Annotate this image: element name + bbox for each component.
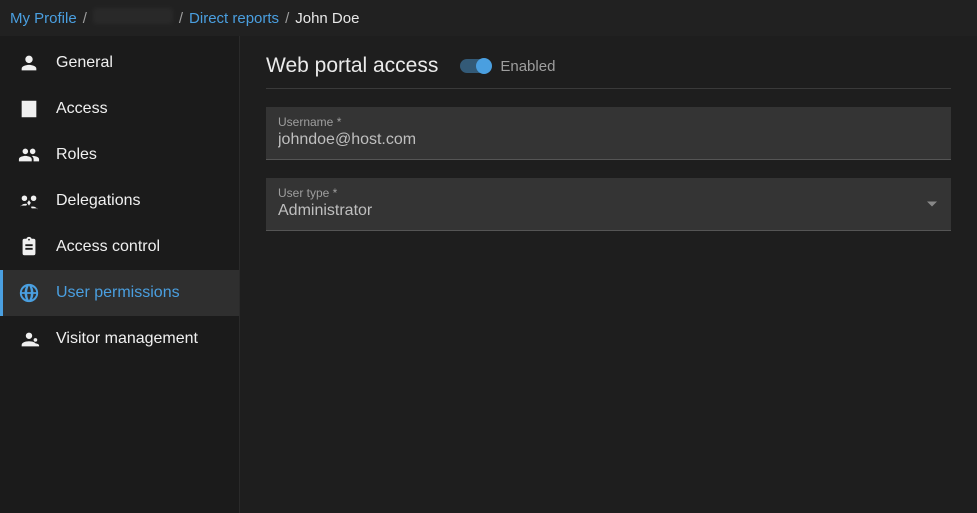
sidebar-item-delegations[interactable]: Delegations bbox=[0, 178, 239, 224]
sidebar-item-label: Delegations bbox=[56, 192, 141, 210]
handoff-icon bbox=[18, 190, 40, 212]
building-icon bbox=[18, 98, 40, 120]
username-input[interactable] bbox=[278, 131, 939, 149]
chevron-down-icon bbox=[927, 202, 937, 207]
usertype-field[interactable]: User type * Administrator bbox=[266, 178, 951, 231]
visitor-icon bbox=[18, 328, 40, 350]
breadcrumb-link-directreports[interactable]: Direct reports bbox=[189, 10, 279, 27]
breadcrumb-link-myprofile[interactable]: My Profile bbox=[10, 10, 77, 27]
breadcrumb: My Profile / / Direct reports / John Doe bbox=[0, 0, 977, 36]
toggle-wrap: Enabled bbox=[460, 58, 555, 75]
breadcrumb-separator: / bbox=[285, 10, 289, 27]
usertype-label: User type * bbox=[278, 186, 939, 200]
sidebar-item-label: General bbox=[56, 54, 113, 72]
globe-icon bbox=[18, 282, 40, 304]
person-icon bbox=[18, 52, 40, 74]
sidebar-item-access[interactable]: Access bbox=[0, 86, 239, 132]
enabled-toggle[interactable] bbox=[460, 59, 490, 73]
username-field[interactable]: Username * bbox=[266, 107, 951, 160]
sidebar-item-visitor-management[interactable]: Visitor management bbox=[0, 316, 239, 362]
group-icon bbox=[18, 144, 40, 166]
breadcrumb-separator: / bbox=[83, 10, 87, 27]
sidebar-item-label: User permissions bbox=[56, 284, 180, 302]
breadcrumb-current: John Doe bbox=[295, 10, 359, 27]
sidebar-item-label: Roles bbox=[56, 146, 97, 164]
section-header: Web portal access Enabled bbox=[266, 54, 951, 89]
sidebar-item-user-permissions[interactable]: User permissions bbox=[0, 270, 239, 316]
breadcrumb-link-obscured[interactable] bbox=[93, 8, 173, 28]
breadcrumb-separator: / bbox=[179, 10, 183, 27]
sidebar-item-general[interactable]: General bbox=[0, 40, 239, 86]
clipboard-icon bbox=[18, 236, 40, 258]
username-label: Username * bbox=[278, 115, 939, 129]
sidebar: General Access Roles Delegations Access bbox=[0, 36, 240, 513]
sidebar-item-roles[interactable]: Roles bbox=[0, 132, 239, 178]
section-title: Web portal access bbox=[266, 54, 438, 78]
sidebar-item-label: Visitor management bbox=[56, 330, 198, 348]
toggle-knob bbox=[476, 58, 492, 74]
sidebar-item-label: Access control bbox=[56, 238, 160, 256]
main-panel: Web portal access Enabled Username * Use… bbox=[240, 36, 977, 513]
usertype-value: Administrator bbox=[278, 202, 939, 220]
sidebar-item-access-control[interactable]: Access control bbox=[0, 224, 239, 270]
toggle-label: Enabled bbox=[500, 58, 555, 75]
sidebar-item-label: Access bbox=[56, 100, 108, 118]
